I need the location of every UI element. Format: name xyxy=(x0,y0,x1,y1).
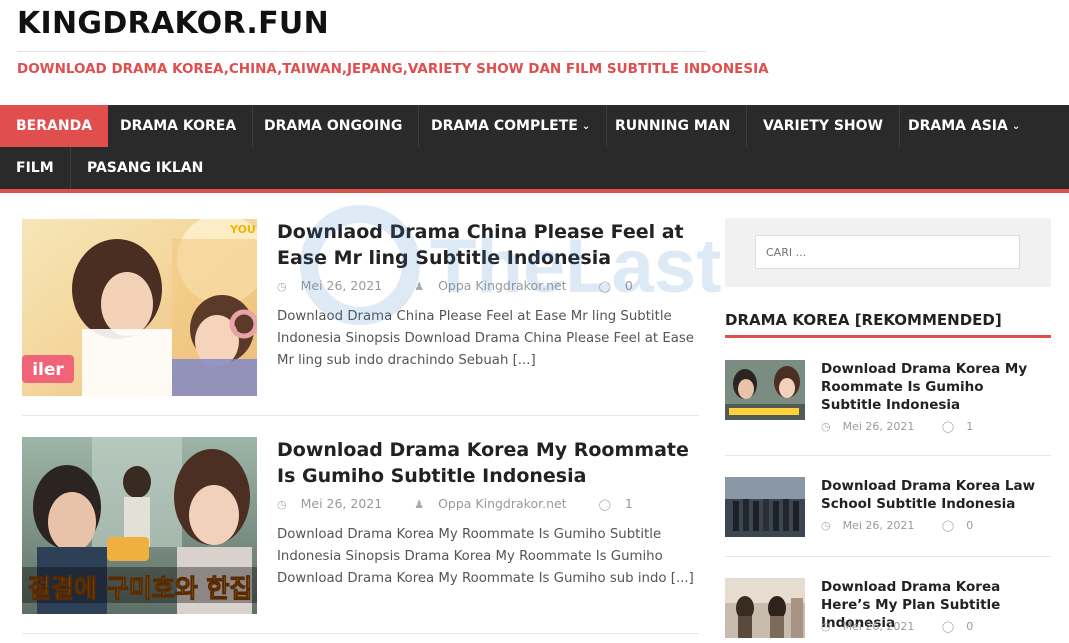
sidebar-post-date-text: Mei 26, 2021 xyxy=(842,519,915,532)
nav-item-label: FILM xyxy=(16,160,54,176)
post-title[interactable]: Downlaod Drama China Please Feel at Ease… xyxy=(277,219,697,271)
post-comment-count: 0 xyxy=(624,278,633,293)
sidebar-thumbnail-image xyxy=(725,360,805,420)
sidebar-post-meta: ◷ Mei 26, 2021 ◯ 1 xyxy=(821,420,997,433)
sidebar-post-date: ◷ Mei 26, 2021 xyxy=(821,620,926,633)
sidebar-post-divider xyxy=(725,455,1051,456)
sidebar-post-title[interactable]: Download Drama Korea My Roommate Is Gumi… xyxy=(821,360,1046,414)
post-date-text: Mei 26, 2021 xyxy=(300,278,383,293)
nav-item-label: RUNNING MAN xyxy=(615,118,731,134)
post-thumbnail[interactable]: 절결에 구미호와 한집 살 xyxy=(22,437,257,614)
sidebar-post-comments[interactable]: ◯ 0 xyxy=(942,519,985,532)
post-thumbnail-image: iler YOU xyxy=(22,219,257,396)
post-item: iler YOU Downlaod Drama China Please Fee… xyxy=(22,219,699,396)
post-divider xyxy=(22,633,699,634)
post-thumbnail[interactable]: iler YOU xyxy=(22,219,257,396)
post-meta: ◷ Mei 26, 2021 ♟ Oppa Kingdrakor.net ◯ 1 xyxy=(277,496,661,511)
sidebar-post-thumbnail[interactable] xyxy=(725,477,805,537)
nav-item-drama-korea[interactable]: DRAMA KOREA xyxy=(104,105,254,147)
sidebar-search-widget xyxy=(725,218,1051,287)
post-thumbnail-image: 절결에 구미호와 한집 살 xyxy=(22,437,257,614)
nav-item-label: DRAMA ONGOING xyxy=(264,118,403,134)
sidebar-post-meta: ◷ Mei 26, 2021 ◯ 0 xyxy=(821,620,997,633)
post-author-text: Oppa Kingdrakor.net xyxy=(438,278,567,293)
sidebar-post-item: Download Drama Korea Here’s My Plan Subt… xyxy=(725,578,1051,640)
sidebar-post-date-text: Mei 26, 2021 xyxy=(842,620,915,633)
post-divider xyxy=(22,415,699,416)
nav-item-drama-asia[interactable]: DRAMA ASIA ⌄ xyxy=(892,105,1036,147)
nav-item-variety-show[interactable]: VARIETY SHOW xyxy=(747,105,900,147)
sidebar-post-item: Download Drama Korea My Roommate Is Gumi… xyxy=(725,360,1051,440)
nav-item-running-man[interactable]: RUNNING MAN xyxy=(599,105,748,147)
sidebar-post-title[interactable]: Download Drama Korea Law School Subtitle… xyxy=(821,477,1046,513)
search-input[interactable] xyxy=(755,235,1020,269)
post-author[interactable]: ♟ Oppa Kingdrakor.net xyxy=(414,278,580,293)
post-comments[interactable]: ◯ 0 xyxy=(599,278,647,293)
post-author[interactable]: ♟ Oppa Kingdrakor.net xyxy=(414,496,580,511)
thumb-badge-text: iler xyxy=(32,360,64,380)
nav-item-label: BERANDA xyxy=(16,118,93,134)
site-header: KINGDRAKOR.FUN DOWNLOAD DRAMA KOREA,CHIN… xyxy=(0,0,1069,105)
sidebar-thumbnail-image xyxy=(725,578,805,638)
sidebar-post-comment-count: 0 xyxy=(966,620,974,633)
site-tagline: DOWNLOAD DRAMA KOREA,CHINA,TAIWAN,JEPANG… xyxy=(17,61,769,77)
clock-icon: ◷ xyxy=(821,620,831,633)
post-title[interactable]: Download Drama Korea My Roommate Is Gumi… xyxy=(277,437,697,489)
post-comments[interactable]: ◯ 1 xyxy=(599,496,647,511)
nav-item-label: DRAMA KOREA xyxy=(120,118,237,134)
nav-item-film[interactable]: FILM xyxy=(0,147,71,189)
widget-title-underline xyxy=(725,335,1051,338)
post-item: 절결에 구미호와 한집 살 Download Drama Korea My Ro… xyxy=(22,437,699,614)
post-date: ◷ Mei 26, 2021 xyxy=(277,278,396,293)
sidebar-post-date-text: Mei 26, 2021 xyxy=(842,420,915,433)
thumb-caption-text: 절결에 구미호와 한집 살 xyxy=(28,574,257,603)
main-nav: BERANDA DRAMA KOREA DRAMA ONGOING DRAMA … xyxy=(0,105,1069,189)
post-date-text: Mei 26, 2021 xyxy=(300,496,383,511)
nav-item-beranda[interactable]: BERANDA xyxy=(0,105,109,147)
sidebar-post-thumbnail[interactable] xyxy=(725,360,805,420)
sidebar-post-comment-count: 1 xyxy=(966,420,974,433)
post-meta: ◷ Mei 26, 2021 ♟ Oppa Kingdrakor.net ◯ 0 xyxy=(277,278,661,293)
comment-icon: ◯ xyxy=(941,420,955,433)
nav-item-drama-complete[interactable]: DRAMA COMPLETE ⌄ xyxy=(415,105,608,147)
sidebar-post-divider xyxy=(725,556,1051,557)
title-divider xyxy=(17,51,706,52)
nav-item-label: DRAMA COMPLETE xyxy=(431,118,578,134)
comment-icon: ◯ xyxy=(941,519,955,532)
comment-icon: ◯ xyxy=(598,280,611,293)
sidebar-post-comments[interactable]: ◯ 0 xyxy=(942,620,985,633)
site-title[interactable]: KINGDRAKOR.FUN xyxy=(17,6,329,41)
nav-item-pasang-iklan[interactable]: PASANG IKLAN xyxy=(71,147,219,189)
chevron-down-icon: ⌄ xyxy=(1011,121,1021,132)
clock-icon: ◷ xyxy=(277,280,287,293)
nav-item-label: DRAMA ASIA xyxy=(908,118,1008,134)
nav-item-drama-ongoing[interactable]: DRAMA ONGOING xyxy=(248,105,420,147)
sidebar-post-meta: ◷ Mei 26, 2021 ◯ 0 xyxy=(821,519,997,532)
sidebar-post-date: ◷ Mei 26, 2021 xyxy=(821,519,926,532)
chevron-down-icon: ⌄ xyxy=(581,121,591,132)
thumb-label-text: YOU xyxy=(229,223,256,236)
widget-title: DRAMA KOREA [REKOMMENDED] xyxy=(725,311,1002,329)
clock-icon: ◷ xyxy=(277,498,287,511)
post-excerpt: Download Drama Korea My Roommate Is Gumi… xyxy=(277,527,694,586)
sidebar-post-thumbnail[interactable] xyxy=(725,578,805,638)
sidebar-post-comments[interactable]: ◯ 1 xyxy=(942,420,985,433)
user-icon: ♟ xyxy=(414,280,425,293)
nav-item-label: VARIETY SHOW xyxy=(763,118,883,134)
post-comment-count: 1 xyxy=(624,496,633,511)
post-author-text: Oppa Kingdrakor.net xyxy=(438,496,567,511)
nav-accent-bar xyxy=(0,189,1069,193)
post-date: ◷ Mei 26, 2021 xyxy=(277,496,396,511)
post-excerpt: Downlaod Drama China Please Feel at Ease… xyxy=(277,309,694,368)
clock-icon: ◷ xyxy=(821,519,831,532)
sidebar-post-item: Download Drama Korea Law School Subtitle… xyxy=(725,477,1051,539)
user-icon: ♟ xyxy=(414,498,425,511)
sidebar-post-date: ◷ Mei 26, 2021 xyxy=(821,420,926,433)
comment-icon: ◯ xyxy=(941,620,955,633)
sidebar-post-comment-count: 0 xyxy=(966,519,974,532)
comment-icon: ◯ xyxy=(598,498,611,511)
clock-icon: ◷ xyxy=(821,420,831,433)
sidebar-thumbnail-image xyxy=(725,477,805,537)
nav-item-label: PASANG IKLAN xyxy=(87,160,204,176)
